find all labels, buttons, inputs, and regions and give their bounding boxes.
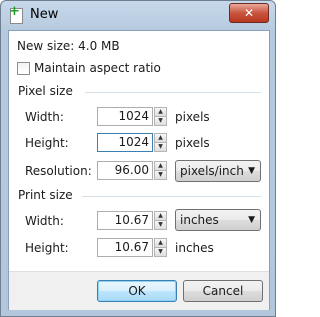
pixel-height-label: Height:: [25, 136, 69, 150]
print-size-heading: Print size: [18, 188, 73, 202]
pixel-height-input[interactable]: 1024: [97, 133, 153, 152]
print-width-input[interactable]: 10.67: [97, 211, 153, 230]
cancel-button[interactable]: Cancel: [183, 280, 263, 302]
resolution-input[interactable]: 96.00: [97, 161, 153, 180]
pixel-width-spinner[interactable]: ▲ ▼: [154, 107, 167, 126]
dialog-window: + New ✕ New size: 4.0 MB Maintain aspect…: [0, 0, 276, 317]
print-unit-value: inches: [180, 213, 219, 227]
print-height-label: Height:: [25, 241, 69, 255]
ok-button[interactable]: OK: [97, 280, 177, 302]
pixel-size-divider: [85, 92, 261, 93]
pixel-width-input[interactable]: 1024: [97, 107, 153, 126]
spin-down-icon[interactable]: ▼: [154, 170, 167, 180]
print-height-input[interactable]: 10.67: [97, 238, 153, 257]
print-height-unit: inches: [175, 241, 214, 255]
spin-down-icon[interactable]: ▼: [154, 142, 167, 152]
maintain-aspect-label[interactable]: Maintain aspect ratio: [34, 61, 161, 75]
resolution-label: Resolution:: [25, 164, 92, 178]
window-title: New: [30, 7, 59, 22]
pixel-height-unit: pixels: [175, 136, 210, 150]
close-button[interactable]: ✕: [229, 3, 269, 23]
pixel-size-heading: Pixel size: [18, 84, 73, 98]
new-size-label: New size: 4.0 MB: [17, 39, 120, 53]
close-icon: ✕: [243, 6, 255, 20]
dialog-body: New size: 4.0 MB Maintain aspect ratio P…: [8, 30, 270, 310]
print-height-spinner[interactable]: ▲ ▼: [154, 238, 167, 257]
pixel-height-spinner[interactable]: ▲ ▼: [154, 133, 167, 152]
print-width-spinner[interactable]: ▲ ▼: [154, 211, 167, 230]
spin-down-icon[interactable]: ▼: [154, 116, 167, 126]
maintain-aspect-checkbox[interactable]: [17, 62, 30, 75]
print-unit-select[interactable]: inches ▼: [175, 209, 261, 231]
spin-down-icon[interactable]: ▼: [154, 220, 167, 230]
new-image-icon: +: [9, 5, 23, 24]
pixel-width-unit: pixels: [175, 110, 210, 124]
print-size-divider: [82, 196, 261, 197]
print-width-label: Width:: [25, 214, 64, 228]
dropdown-arrow-icon: ▼: [248, 166, 255, 176]
resolution-unit-select[interactable]: pixels/inch ▼: [175, 160, 261, 182]
resolution-unit-value: pixels/inch: [180, 164, 244, 178]
pixel-width-label: Width:: [25, 110, 64, 124]
spin-down-icon[interactable]: ▼: [154, 247, 167, 257]
title-bar[interactable]: + New ✕: [1, 1, 275, 29]
dropdown-arrow-icon: ▼: [248, 215, 255, 225]
resolution-spinner[interactable]: ▲ ▼: [154, 161, 167, 180]
